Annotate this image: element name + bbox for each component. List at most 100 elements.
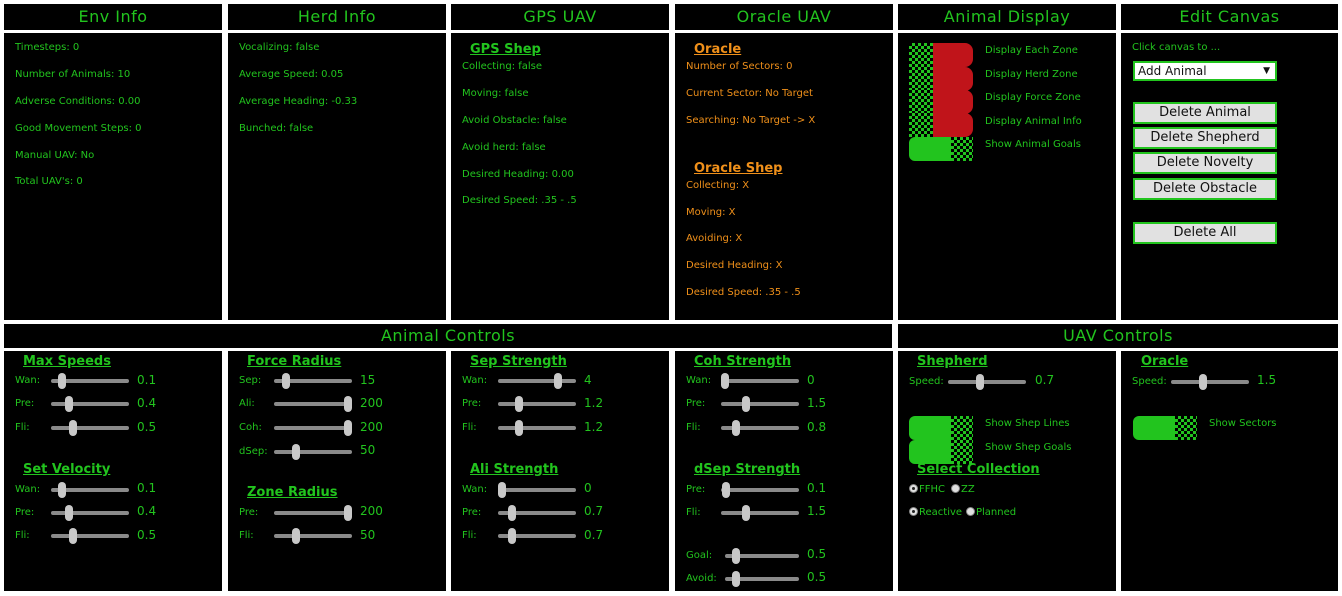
velocity-fli-slider[interactable] — [51, 528, 129, 544]
show-animal-goals-toggle[interactable] — [909, 137, 973, 161]
slider-thumb[interactable] — [742, 505, 750, 521]
env-timesteps: Timesteps: 0 — [15, 42, 80, 53]
gps-desired-speed: Desired Speed: .35 - .5 — [462, 195, 577, 206]
delete-obstacle-button[interactable]: Delete Obstacle — [1133, 178, 1277, 200]
slider-value: 0.7 — [584, 504, 604, 518]
delete-novelty-button[interactable]: Delete Novelty — [1133, 152, 1277, 174]
slider-thumb[interactable] — [69, 420, 77, 436]
env-num-animals: Number of Animals: 10 — [15, 69, 131, 80]
dsep-strength-title: dSep Strength — [694, 462, 801, 477]
slider-thumb[interactable] — [508, 505, 516, 521]
herd-vocalizing: Vocalizing: false — [239, 42, 320, 53]
edit-canvas-prompt: Click canvas to ... — [1132, 42, 1221, 53]
slider-thumb[interactable] — [554, 373, 562, 389]
avoid-slider[interactable] — [725, 571, 799, 587]
shepherd-speed-slider[interactable] — [948, 374, 1026, 390]
slider-thumb[interactable] — [58, 482, 66, 498]
oracle-speed-slider[interactable] — [1171, 374, 1249, 390]
coh-strength-fli-slider[interactable] — [721, 420, 799, 436]
display-herd-zone-toggle[interactable] — [909, 67, 973, 91]
slider-thumb[interactable] — [65, 396, 73, 412]
slider-value: 200 — [360, 420, 383, 434]
slider-thumb[interactable] — [732, 420, 740, 436]
slider-thumb[interactable] — [515, 420, 523, 436]
slider-thumb[interactable] — [282, 373, 290, 389]
toggle-track — [909, 67, 933, 91]
env-info-header: Env Info — [4, 4, 222, 30]
slider-thumb[interactable] — [732, 571, 740, 587]
gps-desired-heading: Desired Heading: 0.00 — [462, 169, 574, 180]
slider-thumb[interactable] — [69, 528, 77, 544]
slider-label: dSep: — [239, 446, 268, 457]
force-radius-sep-slider[interactable] — [274, 373, 352, 389]
dsep-strength-fli-slider[interactable] — [721, 505, 799, 521]
radio-ffhc-label: FFHC — [919, 484, 946, 495]
display-force-zone-toggle[interactable] — [909, 90, 973, 114]
coh-strength-wan-slider[interactable] — [721, 373, 799, 389]
radio-reactive[interactable] — [909, 507, 918, 516]
slider-thumb[interactable] — [722, 482, 730, 498]
slider-value: 0.1 — [137, 373, 157, 387]
force-radius-ali-slider[interactable] — [274, 396, 352, 412]
sep-strength-fli-slider[interactable] — [498, 420, 576, 436]
radio-ffhc[interactable] — [909, 484, 918, 493]
slider-thumb[interactable] — [515, 396, 523, 412]
slider-thumb[interactable] — [732, 548, 740, 564]
herd-bunched: Bunched: false — [239, 123, 314, 134]
slider-thumb[interactable] — [344, 505, 352, 521]
select-collection-title: Select Collection — [917, 462, 1040, 477]
delete-animal-button[interactable]: Delete Animal — [1133, 102, 1277, 124]
ali-strength-pre-slider[interactable] — [498, 505, 576, 521]
slider-label: Wan: — [686, 375, 712, 386]
radio-planned[interactable] — [966, 507, 975, 516]
display-each-zone-toggle[interactable] — [909, 43, 973, 67]
sep-strength-pre-slider[interactable] — [498, 396, 576, 412]
ali-strength-fli-slider[interactable] — [498, 528, 576, 544]
force-radius-coh-slider[interactable] — [274, 420, 352, 436]
slider-label: Fli: — [462, 422, 477, 433]
goal-slider[interactable] — [725, 548, 799, 564]
sep-strength-wan-slider[interactable] — [498, 373, 576, 389]
delete-shepherd-button[interactable]: Delete Shepherd — [1133, 127, 1277, 149]
slider-thumb[interactable] — [508, 528, 516, 544]
delete-all-button[interactable]: Delete All — [1133, 222, 1277, 244]
velocity-pre-slider[interactable] — [51, 505, 129, 521]
slider-thumb[interactable] — [498, 482, 506, 498]
slider-label: Avoid: — [686, 573, 717, 584]
env-adverse-conditions: Adverse Conditions: 0.00 — [15, 96, 141, 107]
show-shep-lines-toggle[interactable] — [909, 416, 973, 440]
slider-thumb[interactable] — [344, 396, 352, 412]
show-sectors-label: Show Sectors — [1209, 418, 1277, 429]
radio-zz-label: ZZ — [961, 484, 975, 495]
zone-radius-fli-slider[interactable] — [274, 528, 352, 544]
toggle-knob — [909, 137, 951, 161]
max-speeds-title: Max Speeds — [23, 354, 111, 369]
force-radius-dsep-slider[interactable] — [274, 444, 352, 460]
slider-label: Wan: — [462, 484, 488, 495]
dsep-strength-pre-slider[interactable] — [721, 482, 799, 498]
slider-thumb[interactable] — [58, 373, 66, 389]
show-shep-goals-toggle[interactable] — [909, 440, 973, 464]
toggle-knob — [933, 43, 973, 67]
slider-thumb[interactable] — [1199, 374, 1207, 390]
slider-thumb[interactable] — [976, 374, 984, 390]
slider-thumb[interactable] — [65, 505, 73, 521]
slider-thumb[interactable] — [344, 420, 352, 436]
slider-thumb[interactable] — [292, 528, 300, 544]
ali-strength-wan-slider[interactable] — [498, 482, 576, 498]
slider-value: 0.1 — [807, 481, 827, 495]
coh-strength-pre-slider[interactable] — [721, 396, 799, 412]
max-speed-wan-slider[interactable] — [51, 373, 129, 389]
canvas-action-select[interactable]: Add Animal ▼ — [1133, 61, 1277, 81]
show-sectors-toggle[interactable] — [1133, 416, 1197, 440]
max-speed-pre-slider[interactable] — [51, 396, 129, 412]
display-animal-info-toggle[interactable] — [909, 113, 973, 137]
radio-zz[interactable] — [951, 484, 960, 493]
velocity-wan-slider[interactable] — [51, 482, 129, 498]
zone-radius-pre-slider[interactable] — [274, 505, 352, 521]
slider-thumb[interactable] — [742, 396, 750, 412]
slider-thumb[interactable] — [292, 444, 300, 460]
oracle-speed-value: 1.5 — [1257, 373, 1277, 387]
slider-thumb[interactable] — [721, 373, 729, 389]
max-speed-fli-slider[interactable] — [51, 420, 129, 436]
